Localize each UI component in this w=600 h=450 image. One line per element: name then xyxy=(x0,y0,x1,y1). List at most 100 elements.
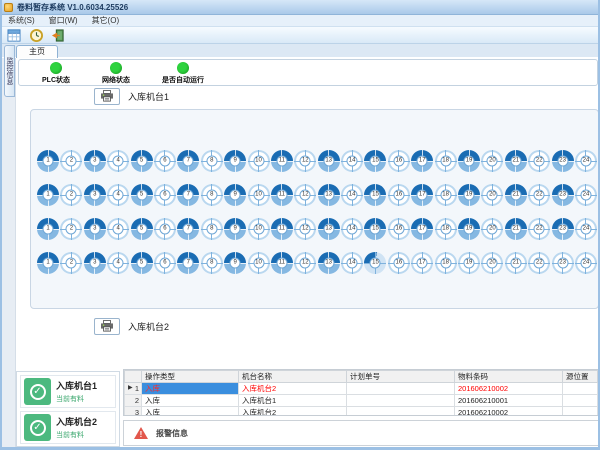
table-row[interactable]: 2入库入库机台1 201606210001 xyxy=(125,395,598,407)
table-cell[interactable]: 入库 xyxy=(142,395,239,407)
table-cell[interactable]: 入库 xyxy=(142,407,239,417)
slot-reel-icon[interactable]: 4 xyxy=(107,252,129,274)
slot-reel-icon[interactable]: 12 xyxy=(294,252,316,274)
slot-reel-icon[interactable]: 3 xyxy=(84,150,106,172)
slot-reel-icon[interactable]: 2 xyxy=(60,252,82,274)
slot-reel-icon[interactable]: 2 xyxy=(60,218,82,240)
slot-reel-icon[interactable]: 22 xyxy=(528,218,550,240)
slot-reel-icon[interactable]: 23 xyxy=(552,150,574,172)
table-row[interactable]: ▶1入库入库机台2201606210002 xyxy=(125,383,598,395)
slot-reel-icon[interactable]: 7 xyxy=(177,150,199,172)
slot-reel-icon[interactable]: 13 xyxy=(318,218,340,240)
slot-reel-icon[interactable]: 17 xyxy=(411,252,433,274)
slot-reel-icon[interactable]: 24 xyxy=(575,184,597,206)
slot-reel-icon[interactable]: 5 xyxy=(131,252,153,274)
slot-reel-icon[interactable]: 18 xyxy=(435,150,457,172)
slot-reel-icon[interactable]: 5 xyxy=(131,150,153,172)
slot-reel-icon[interactable]: 10 xyxy=(248,218,270,240)
table-cell[interactable] xyxy=(347,407,455,417)
table-cell[interactable] xyxy=(563,383,598,395)
slot-reel-icon[interactable]: 16 xyxy=(388,252,410,274)
table-cell[interactable] xyxy=(347,395,455,407)
slot-reel-icon[interactable]: 16 xyxy=(388,184,410,206)
menu-item[interactable]: 窗口(W) xyxy=(49,15,78,26)
slot-reel-icon[interactable]: 16 xyxy=(388,150,410,172)
slot-reel-icon[interactable]: 21 xyxy=(505,150,527,172)
slot-reel-icon[interactable]: 21 xyxy=(505,218,527,240)
slot-reel-icon[interactable]: 8 xyxy=(201,252,223,274)
slot-reel-icon[interactable]: 20 xyxy=(481,150,503,172)
table-cell[interactable]: 入库机台2 xyxy=(239,383,347,395)
slot-reel-icon[interactable]: 3 xyxy=(84,184,106,206)
tab-home[interactable]: 主页 xyxy=(16,45,58,58)
slot-reel-icon[interactable]: 7 xyxy=(177,184,199,206)
slot-reel-icon[interactable]: 9 xyxy=(224,252,246,274)
slot-reel-icon[interactable]: 15 xyxy=(364,218,386,240)
slot-reel-icon[interactable]: 16 xyxy=(388,218,410,240)
column-header[interactable]: 物料条码 xyxy=(455,371,563,383)
slot-reel-icon[interactable]: 15 xyxy=(364,150,386,172)
slot-reel-icon[interactable]: 24 xyxy=(575,218,597,240)
slot-reel-icon[interactable]: 18 xyxy=(435,184,457,206)
slot-reel-icon[interactable]: 18 xyxy=(435,252,457,274)
slot-reel-icon[interactable]: 14 xyxy=(341,184,363,206)
table-cell[interactable]: 201606210002 xyxy=(455,383,563,395)
slot-reel-icon[interactable]: 21 xyxy=(505,252,527,274)
table-cell[interactable]: 入库机台2 xyxy=(239,407,347,417)
slot-reel-icon[interactable]: 11 xyxy=(271,184,293,206)
row-selector[interactable]: 2 xyxy=(125,395,142,407)
row-selector[interactable]: ▶1 xyxy=(125,383,142,395)
row-selector[interactable]: 3 xyxy=(125,407,142,417)
machine-card[interactable]: ✓ 入库机台2 当前有料 xyxy=(20,411,116,444)
slot-reel-icon[interactable]: 9 xyxy=(224,184,246,206)
slot-reel-icon[interactable]: 1 xyxy=(37,218,59,240)
slot-reel-icon[interactable]: 4 xyxy=(107,150,129,172)
slot-reel-icon[interactable]: 12 xyxy=(294,184,316,206)
slot-reel-icon[interactable]: 12 xyxy=(294,218,316,240)
table-cell[interactable]: 201606210001 xyxy=(455,395,563,407)
side-panel-tab[interactable]: 监控信息 xyxy=(4,45,15,97)
slot-reel-icon[interactable]: 13 xyxy=(318,184,340,206)
slot-reel-icon[interactable]: 13 xyxy=(318,150,340,172)
slot-reel-icon[interactable]: 5 xyxy=(131,184,153,206)
slot-reel-icon[interactable]: 1 xyxy=(37,184,59,206)
table-cell[interactable] xyxy=(563,395,598,407)
slot-reel-icon[interactable]: 6 xyxy=(154,150,176,172)
slot-reel-icon[interactable]: 20 xyxy=(481,252,503,274)
slot-reel-icon[interactable]: 19 xyxy=(458,150,480,172)
slot-reel-icon[interactable]: 17 xyxy=(411,150,433,172)
slot-reel-icon[interactable]: 11 xyxy=(271,218,293,240)
slot-reel-icon[interactable]: 2 xyxy=(60,150,82,172)
table-cell[interactable] xyxy=(563,407,598,417)
slot-reel-icon[interactable]: 23 xyxy=(552,218,574,240)
slot-reel-icon[interactable]: 9 xyxy=(224,218,246,240)
table-cell[interactable]: 入库机台1 xyxy=(239,395,347,407)
slot-reel-icon[interactable]: 13 xyxy=(318,252,340,274)
slot-reel-icon[interactable]: 10 xyxy=(248,252,270,274)
slot-reel-icon[interactable]: 8 xyxy=(201,184,223,206)
slot-reel-icon[interactable]: 4 xyxy=(107,184,129,206)
slot-reel-icon[interactable]: 20 xyxy=(481,218,503,240)
slot-reel-icon[interactable]: 14 xyxy=(341,252,363,274)
slot-reel-icon[interactable]: 6 xyxy=(154,218,176,240)
slot-reel-icon[interactable]: 8 xyxy=(201,218,223,240)
slot-reel-icon[interactable]: 19 xyxy=(458,218,480,240)
slot-reel-icon[interactable]: 6 xyxy=(154,252,176,274)
slot-reel-icon[interactable]: 11 xyxy=(271,150,293,172)
print-button-machine2[interactable] xyxy=(94,318,120,335)
print-button-machine1[interactable] xyxy=(94,88,120,105)
title-bar[interactable]: 卷料暂存系统 V1.0.6034.25526 xyxy=(0,0,600,15)
slot-reel-icon[interactable]: 3 xyxy=(84,252,106,274)
column-header[interactable]: 操作类型 xyxy=(142,371,239,383)
slot-reel-icon[interactable]: 7 xyxy=(177,218,199,240)
slot-reel-icon[interactable]: 19 xyxy=(458,184,480,206)
exit-door-icon[interactable] xyxy=(50,28,66,42)
slot-reel-icon[interactable]: 15 xyxy=(364,252,386,274)
slot-reel-icon[interactable]: 10 xyxy=(248,150,270,172)
slot-reel-icon[interactable]: 14 xyxy=(341,150,363,172)
slot-reel-icon[interactable]: 24 xyxy=(575,252,597,274)
machine-card[interactable]: ✓ 入库机台1 当前有料 xyxy=(20,375,116,408)
slot-reel-icon[interactable]: 11 xyxy=(271,252,293,274)
slot-reel-icon[interactable]: 22 xyxy=(528,150,550,172)
slot-reel-icon[interactable]: 20 xyxy=(481,184,503,206)
